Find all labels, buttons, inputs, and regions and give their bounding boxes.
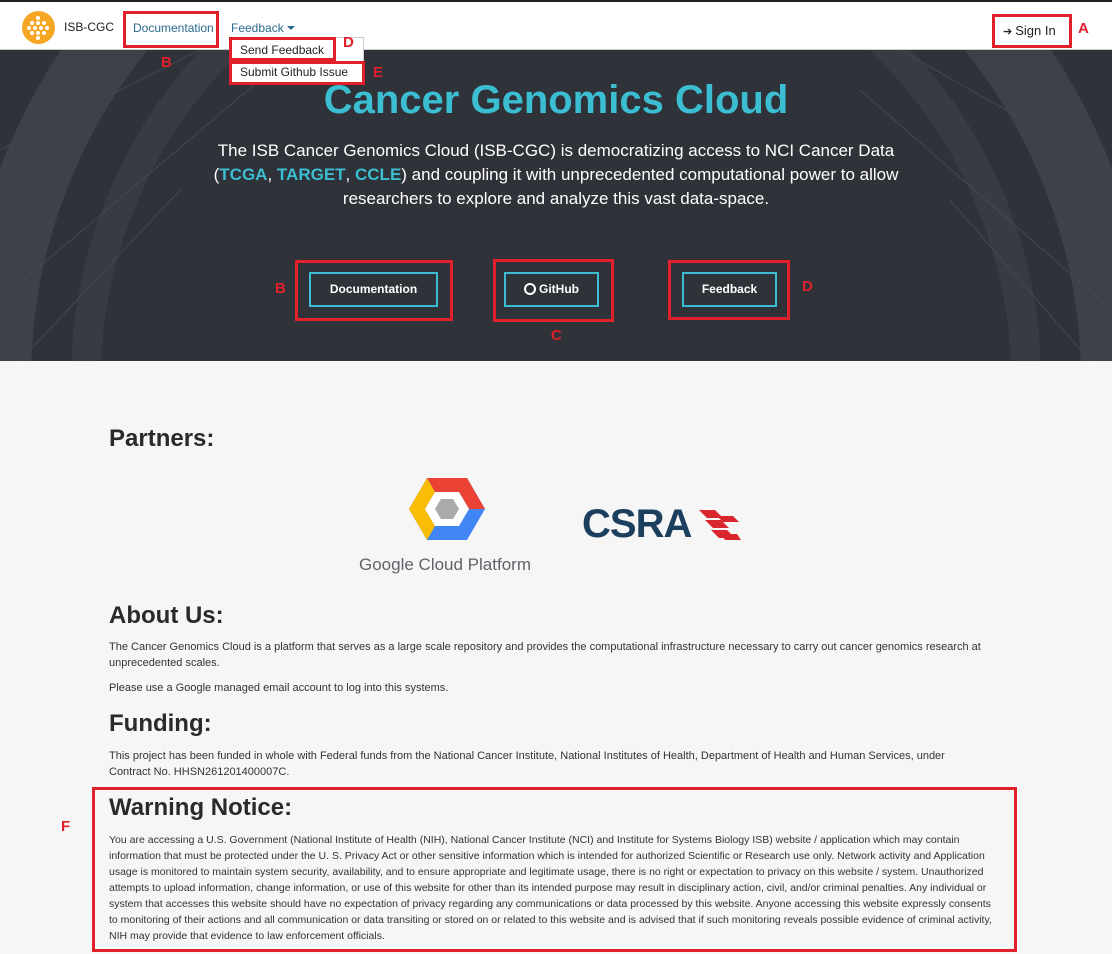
hero-description: The ISB Cancer Genomics Cloud (ISB-CGC) … xyxy=(213,141,899,208)
annotation-label-d-hero: D xyxy=(802,278,813,295)
annotation-label-e: E xyxy=(373,64,384,81)
annotation-label-c: C xyxy=(551,327,562,344)
csra-flag-icon xyxy=(699,510,741,540)
annotation-label-d-menu: D xyxy=(343,34,354,51)
hero-github-button[interactable]: GitHub xyxy=(504,272,599,307)
login-note: Please use a Google managed email accoun… xyxy=(109,682,449,694)
csra-logo-text[interactable]: CSRA xyxy=(582,502,692,547)
about-paragraph: The Cancer Genomics Cloud is a platform … xyxy=(109,641,981,669)
top-navbar: ISB-CGC Documentation Feedback ➔ Sign In xyxy=(0,0,1112,50)
hero-documentation-button[interactable]: Documentation xyxy=(309,272,438,307)
hero-title: Cancer Genomics Cloud xyxy=(323,78,789,122)
ccle-link[interactable]: CCLE xyxy=(355,165,401,184)
funding-paragraph: This project has been funded in whole wi… xyxy=(109,750,945,778)
annotation-label-a: A xyxy=(1078,20,1089,37)
warning-paragraph: You are accessing a U.S. Government (Nat… xyxy=(109,834,992,942)
annotation-label-b-nav: B xyxy=(161,54,172,71)
nav-feedback-label: Feedback xyxy=(231,21,284,35)
funding-heading: Funding: xyxy=(109,710,212,737)
github-icon xyxy=(524,283,536,295)
nav-feedback-dropdown[interactable]: Feedback xyxy=(231,21,295,35)
annotation-label-f: F xyxy=(61,818,71,835)
about-heading: About Us: xyxy=(109,602,224,629)
isb-cgc-logo-icon[interactable] xyxy=(22,11,55,44)
partners-heading: Partners: xyxy=(109,425,215,452)
caret-down-icon xyxy=(286,26,295,30)
google-cloud-logo-icon[interactable] xyxy=(407,474,487,544)
brand-name[interactable]: ISB-CGC xyxy=(64,20,114,34)
send-feedback-menu-item[interactable]: Send Feedback xyxy=(240,43,324,57)
hero-desc-end: ) and coupling it with unprecedented com… xyxy=(342,165,899,208)
target-link[interactable]: TARGET xyxy=(277,165,346,184)
hero-github-label: GitHub xyxy=(539,282,579,296)
nav-documentation-link[interactable]: Documentation xyxy=(133,21,214,35)
hero-feedback-button[interactable]: Feedback xyxy=(682,272,777,307)
google-cloud-platform-label: Google Cloud Platform xyxy=(359,555,531,574)
tcga-link[interactable]: TCGA xyxy=(219,165,267,184)
sign-in-button[interactable]: ➔ Sign In xyxy=(1003,23,1056,38)
sign-in-label: Sign In xyxy=(1015,23,1056,38)
sign-in-icon: ➔ xyxy=(1003,26,1013,38)
warning-heading: Warning Notice: xyxy=(109,794,293,821)
hero-banner: Cancer Genomics Cloud The ISB Cancer Gen… xyxy=(0,50,1112,361)
page: ISB-CGC Documentation Feedback ➔ Sign In … xyxy=(0,0,1112,954)
submit-github-issue-menu-item[interactable]: Submit Github Issue xyxy=(240,65,348,79)
annotation-label-b-hero: B xyxy=(275,280,286,297)
